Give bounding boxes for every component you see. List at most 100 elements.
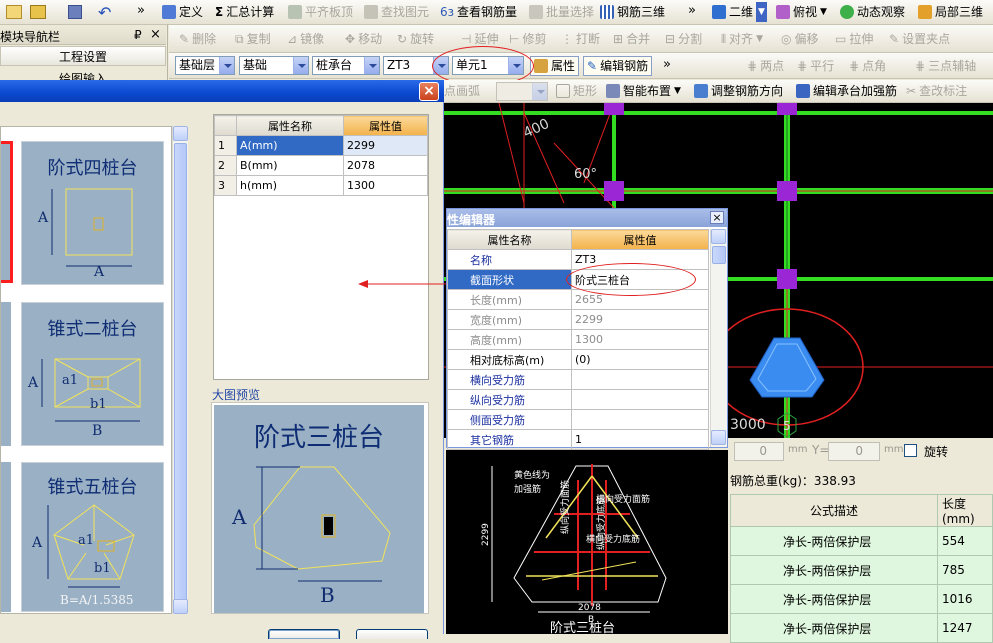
scroll-thumb[interactable] <box>174 143 187 601</box>
snap-three-points[interactable]: ⋕ 三点辅轴 <box>915 56 976 76</box>
nav-item-project-settings[interactable]: 工程设置 <box>0 46 166 66</box>
top-view-select[interactable]: 俯视 ▼ <box>776 2 827 22</box>
undo-icon[interactable]: ↶ <box>98 3 111 22</box>
define-button[interactable]: 定义 <box>162 2 203 22</box>
close-icon[interactable]: × <box>710 211 724 224</box>
draw-mode-select[interactable] <box>496 82 548 101</box>
find-element-button[interactable]: 查找图元 <box>364 2 429 22</box>
dim-a1-label: a1 <box>78 533 95 548</box>
stretch-button[interactable]: ▭ 拉伸 <box>835 29 873 49</box>
align-button[interactable]: ⫴ 对齐 ▼ <box>721 29 763 49</box>
snap-two-points[interactable]: ⋕ 两点 <box>747 56 784 76</box>
open-icon[interactable] <box>30 5 46 19</box>
type-select[interactable]: 桩承台 <box>312 56 380 75</box>
rebar-3d-button[interactable]: 钢筋三维 <box>600 2 665 22</box>
edit-cap-reinforcement-button[interactable]: 编辑承台加强筋 <box>796 81 897 101</box>
check-annotation-button[interactable]: ✂ 查改标注 <box>906 81 967 101</box>
shape-gallery[interactable]: 阶式四桩台 A A 锥式二桩台 A a1 b1 B 锥式五桩台 A a1 b1 … <box>0 126 172 614</box>
mirror-button[interactable]: ⊿ 镜像 <box>287 29 324 49</box>
table-row[interactable]: 2 B(mm) 2078 <box>214 155 428 176</box>
dynamic-observe-button[interactable]: 动态观察 <box>840 2 905 22</box>
table-row[interactable]: 净长-两倍保护层 1016 <box>730 584 993 614</box>
rebar-detail-canvas: 黄色线为 加强筋 横向受力面筋 横向受力底筋 纵向受力面筋 纵向受力底筋 229… <box>446 450 728 634</box>
layer-select[interactable]: 基础层 <box>175 56 235 75</box>
x-offset-input[interactable]: 0 <box>734 442 784 461</box>
table-row[interactable]: 1 A(mm) 2299 <box>214 135 428 156</box>
scroll-down-button[interactable] <box>173 599 188 614</box>
table-row[interactable]: 其它钢筋 1 <box>447 429 709 450</box>
properties-button[interactable]: 属性 <box>530 56 580 76</box>
batch-select-button[interactable]: 批量选择 <box>529 2 594 22</box>
copy-button[interactable]: ⧉ 复制 <box>235 29 271 49</box>
nav-item-label: 工程设置 <box>58 50 107 64</box>
dialog-close-button[interactable]: × <box>419 82 439 101</box>
adjust-rebar-direction-button[interactable]: 调整钢筋方向 <box>694 81 783 101</box>
break-button[interactable]: ⋮ 打断 <box>561 29 600 49</box>
merge-button[interactable]: ⊞ 合并 <box>613 29 650 49</box>
sum-calc-button[interactable]: Σ 汇总计算 <box>215 2 274 22</box>
scroll-up-button[interactable] <box>711 229 726 244</box>
shape-card-cone-five-pile[interactable]: 锥式五桩台 A a1 b1 B=A/1.5385 <box>21 462 164 612</box>
table-row[interactable]: 宽度(mm) 2299 <box>447 309 709 330</box>
smart-layout-icon <box>606 84 620 98</box>
close-icon[interactable]: × <box>150 27 161 42</box>
param-value-input[interactable]: 1300 <box>343 175 428 196</box>
shape-card-selected-edge[interactable] <box>1 141 13 283</box>
property-editor-title: 性编辑器 <box>447 213 496 227</box>
table-row[interactable]: 相对底标高(m) (0) <box>447 349 709 370</box>
pin-icon[interactable]: ₽ <box>134 28 142 42</box>
param-value-input[interactable]: 2299 <box>343 135 428 156</box>
toolbar-more-2[interactable]: » <box>688 3 696 18</box>
trim-button[interactable]: ⊢ 修剪 <box>509 29 546 49</box>
break-icon: ⋮ <box>561 32 573 46</box>
shape-card-cone-two-pile[interactable]: 锥式二桩台 A a1 b1 B <box>21 302 164 446</box>
ok-button[interactable] <box>268 629 340 639</box>
scroll-thumb[interactable] <box>712 246 726 264</box>
dim-b1-label: b1 <box>94 561 111 576</box>
navigator-title: 模块导航栏 <box>0 30 61 44</box>
cancel-button[interactable] <box>356 629 428 639</box>
local-3d-button[interactable]: 局部三维 <box>918 2 983 22</box>
table-row[interactable]: 横向受力筋 <box>447 369 709 390</box>
split-button[interactable]: ⊟ 分割 <box>665 29 702 49</box>
delete-button[interactable]: ✎ 删除 <box>179 29 216 49</box>
property-scrollbar[interactable] <box>710 229 727 447</box>
shape-card-stepped-four-pile[interactable]: 阶式四桩台 A A <box>21 141 164 285</box>
move-button[interactable]: ✥ 移动 <box>345 29 382 49</box>
offset-button[interactable]: ◎ 偏移 <box>781 29 819 49</box>
rectangle-button[interactable]: 矩形 <box>556 81 597 101</box>
rebar-table: 公式描述 长度(mm) 净长-两倍保护层 554 净长-两倍保护层 785 净长-两倍… <box>730 494 993 643</box>
set-grip-button[interactable]: ✎ 设置夹点 <box>889 29 950 49</box>
table-row[interactable]: 净长-两倍保护层 785 <box>730 555 993 585</box>
table-row[interactable]: 3 h(mm) 1300 <box>214 175 428 196</box>
param-value-input[interactable]: 2078 <box>343 155 428 176</box>
dim-a-label: A <box>28 375 39 391</box>
rotate-checkbox[interactable] <box>904 444 917 457</box>
smart-layout-button[interactable]: 智能布置 ▼ <box>606 81 681 101</box>
gallery-scrollbar[interactable] <box>172 126 188 614</box>
table-row[interactable]: 净长-两倍保护层 554 <box>730 526 993 556</box>
rotate-button[interactable]: ↻ 旋转 <box>397 29 434 49</box>
toolbar-more-3[interactable]: » <box>663 57 671 72</box>
arc-button[interactable]: 点画弧 <box>444 81 480 101</box>
category-select[interactable]: 基础 <box>239 56 309 75</box>
toolbar-more-1[interactable]: » <box>137 3 145 18</box>
scroll-up-button[interactable] <box>173 126 188 141</box>
table-row[interactable]: 高度(mm) 1300 <box>447 329 709 350</box>
y-offset-input[interactable]: 0 <box>828 442 880 461</box>
scroll-down-button[interactable] <box>711 430 726 445</box>
view-2d-select[interactable]: 二维 ▼ <box>712 2 767 22</box>
nav-item-drawing-input[interactable]: 绘图输入 <box>0 69 166 80</box>
flush-slab-top-button[interactable]: 平齐板顶 <box>288 2 353 22</box>
save-icon[interactable] <box>68 5 82 19</box>
snap-parallel[interactable]: ⋕ 平行 <box>797 56 834 76</box>
svg-text:加强筋: 加强筋 <box>514 483 541 495</box>
folder-icon[interactable] <box>6 5 22 19</box>
table-row[interactable]: 侧面受力筋 <box>447 409 709 430</box>
table-row[interactable]: 净长-两倍保护层 1247 <box>730 613 993 643</box>
properties-icon <box>534 59 548 73</box>
table-row[interactable]: 纵向受力筋 <box>447 389 709 410</box>
edit-rebar-button[interactable]: ✎ 编辑钢筋 <box>583 56 653 76</box>
view-rebar-qty-button[interactable]: 6ɜ 查看钢筋量 <box>440 2 517 22</box>
snap-point-angle[interactable]: ⋕ 点角 <box>849 56 886 76</box>
